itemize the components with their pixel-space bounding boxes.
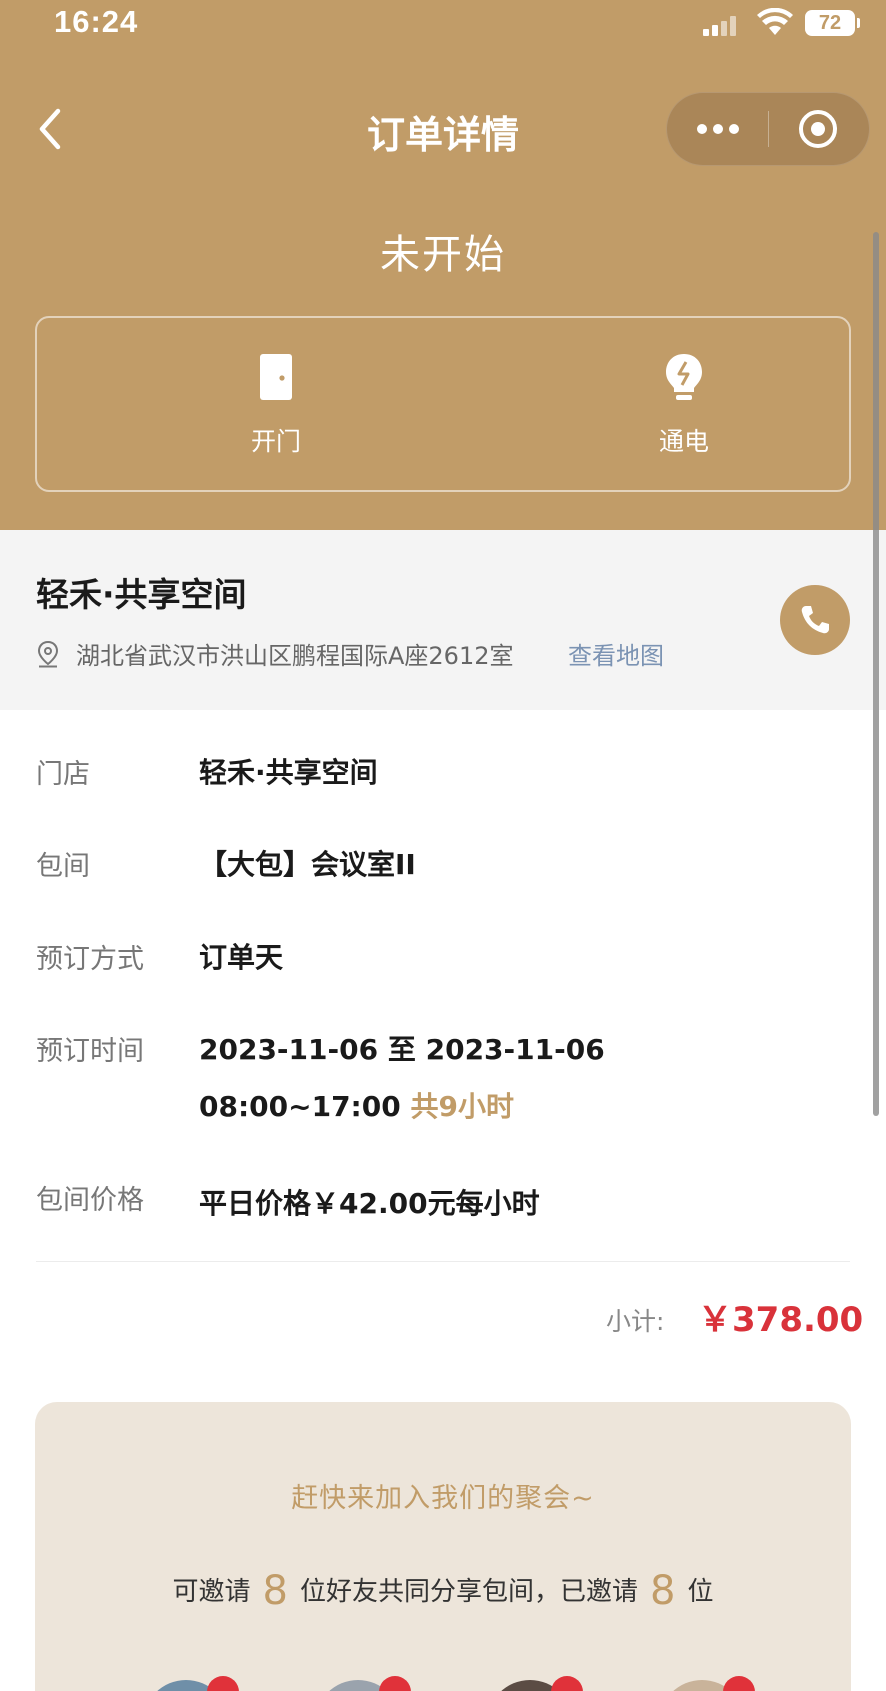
remove-badge[interactable] xyxy=(723,1676,755,1691)
remove-badge[interactable] xyxy=(379,1676,411,1691)
store-card: 轻禾·共享空间 湖北省武汉市洪山区鹏程国际A座2612室 查看地图 xyxy=(0,530,886,710)
invite-text: 可邀请 8 位好友共同分享包间，已邀请 8 位 xyxy=(35,1568,851,1614)
invitable-count: 8 xyxy=(262,1568,288,1614)
order-status: 未开始 xyxy=(380,232,506,278)
room-value: 【大包】会议室II xyxy=(199,848,416,881)
room-label: 包间 xyxy=(36,851,90,882)
call-button[interactable] xyxy=(780,585,850,655)
invite-title: 赶快来加入我们的聚会~ xyxy=(291,1483,595,1514)
remove-badge[interactable] xyxy=(551,1676,583,1691)
open-door-label: 开门 xyxy=(250,427,301,456)
view-map-link[interactable]: 查看地图 xyxy=(568,636,664,671)
location-icon xyxy=(37,640,59,668)
status-time: 16:24 xyxy=(54,4,139,39)
invite-card: 赶快来加入我们的聚会~ 可邀请 8 位好友共同分享包间，已邀请 8 位 xyxy=(35,1402,851,1691)
miniprogram-capsule xyxy=(666,92,870,166)
booking-hours-range: 08:00~17:00 xyxy=(199,1090,401,1123)
signal-icon xyxy=(703,16,737,36)
wifi-icon xyxy=(757,8,793,35)
invite-text-suffix: 位 xyxy=(687,1577,714,1607)
device-controls: 开门 通电 xyxy=(35,316,851,492)
invite-text-prefix: 可邀请 xyxy=(172,1577,251,1607)
booking-date-range: 2023-11-06 至 2023-11-06 xyxy=(199,1033,605,1066)
more-menu-button[interactable] xyxy=(667,93,768,165)
store-name: 轻禾·共享空间 xyxy=(36,575,247,614)
invited-count: 8 xyxy=(650,1568,676,1614)
bulb-icon xyxy=(666,354,702,400)
invite-text-middle: 位好友共同分享包间，已邀请 xyxy=(299,1577,638,1607)
open-door-button[interactable]: 开门 xyxy=(176,318,376,490)
room-price-value: 平日价格￥42.00元每小时 xyxy=(199,1187,540,1220)
booking-hours: 08:00~17:00 共9小时 xyxy=(199,1085,514,1125)
close-miniprogram-button[interactable] xyxy=(769,93,869,165)
booking-total-hours: 共9小时 xyxy=(410,1090,514,1123)
store-label: 门店 xyxy=(36,759,90,790)
header: 16:24 72 订单详情 未开始 开门 通电 xyxy=(0,0,886,530)
door-icon xyxy=(260,354,292,400)
power-on-button[interactable]: 通电 xyxy=(584,318,784,490)
booking-mode-value: 订单天 xyxy=(199,941,284,974)
subtotal-value: ￥378.00 xyxy=(698,1300,864,1340)
remove-badge[interactable] xyxy=(207,1676,239,1691)
status-bar: 16:24 72 xyxy=(0,0,886,50)
booking-time-label: 预订时间 xyxy=(36,1036,144,1067)
store-address: 湖北省武汉市洪山区鹏程国际A座2612室 xyxy=(76,642,514,670)
room-price-label: 包间价格 xyxy=(36,1185,144,1216)
power-on-label: 通电 xyxy=(658,427,709,456)
scrollbar[interactable] xyxy=(873,232,879,1116)
booking-mode-label: 预订方式 xyxy=(36,944,144,975)
phone-icon xyxy=(801,606,829,634)
store-value: 轻禾·共享空间 xyxy=(199,756,378,789)
subtotal-label: 小计: xyxy=(606,1307,665,1336)
divider xyxy=(36,1261,850,1262)
battery-indicator: 72 xyxy=(805,10,860,36)
